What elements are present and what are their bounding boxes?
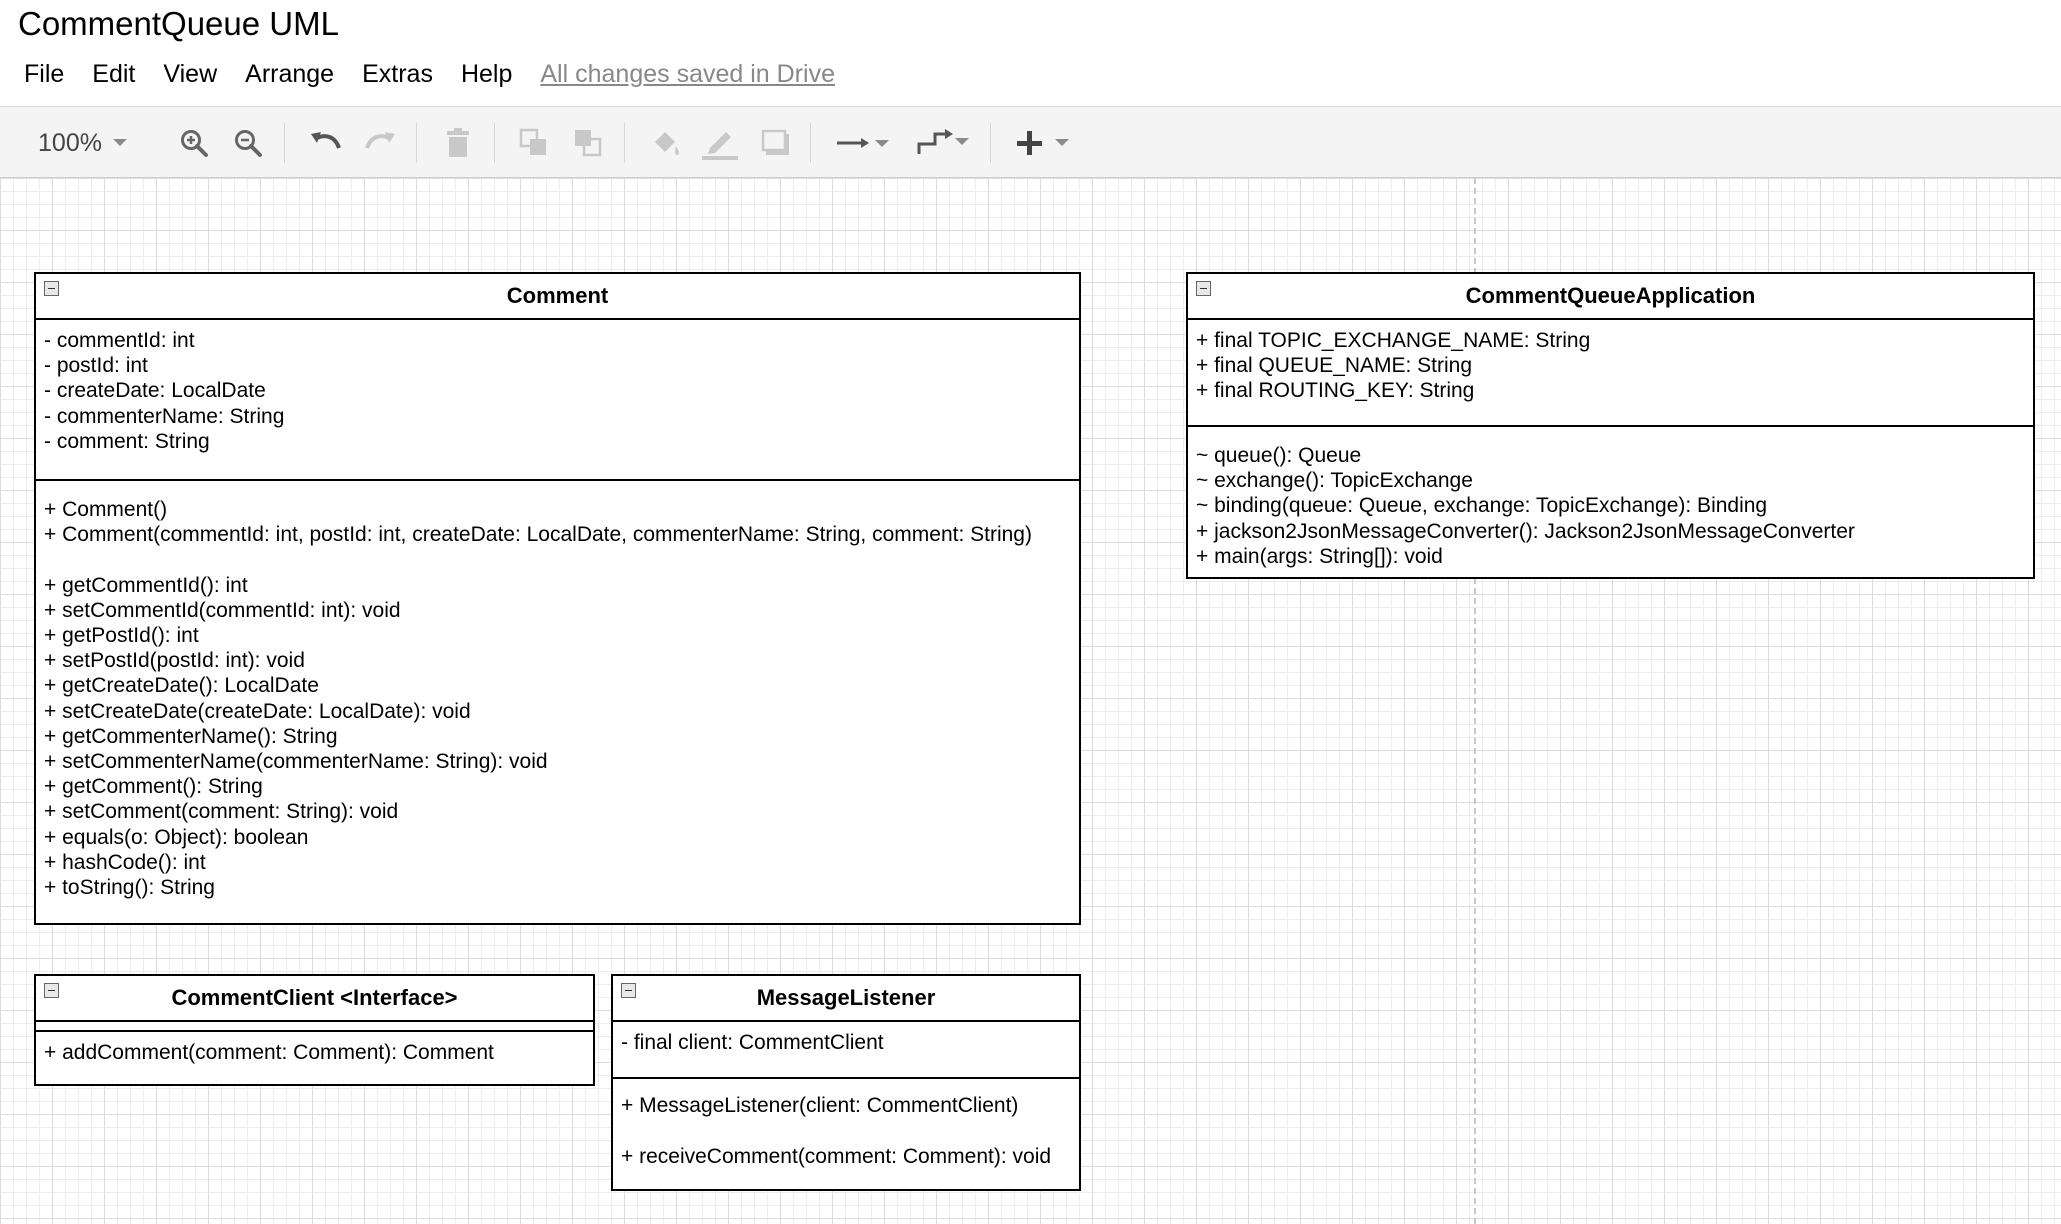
attributes-section: - commentId: int - postId: int - createD…	[36, 320, 1079, 479]
method: + receiveComment(comment: Comment): void	[621, 1145, 1052, 1169]
toolbar-separator	[624, 123, 625, 163]
toolbar-separator	[810, 123, 811, 163]
zoom-in-icon[interactable]	[176, 107, 212, 179]
attributes-section: + final TOPIC_EXCHANGE_NAME: String + fi…	[1188, 320, 2033, 425]
menu-view[interactable]: View	[149, 54, 231, 94]
method: + setPostId(postId: int): void	[44, 649, 305, 673]
attribute: - postId: int	[44, 354, 148, 378]
attribute: + final QUEUE_NAME: String	[1196, 354, 1473, 378]
class-header: CommentClient <Interface>	[36, 976, 593, 1022]
menu-bar: File Edit View Arrange Extras Help All c…	[10, 54, 849, 94]
waypoints-icon[interactable]	[912, 107, 974, 179]
class-name: CommentClient <Interface>	[171, 985, 458, 1011]
insert-icon[interactable]	[1012, 107, 1074, 179]
method: + Comment(commentId: int, postId: int, c…	[44, 523, 1032, 547]
save-status-link[interactable]: All changes saved in Drive	[526, 54, 849, 94]
methods-section: + MessageListener(client: CommentClient)…	[613, 1077, 1079, 1177]
method: + getCommenterName(): String	[44, 724, 338, 748]
method: + equals(o: Object): boolean	[44, 825, 309, 849]
collapse-icon[interactable]	[621, 983, 636, 998]
zoom-level: 100%	[38, 128, 102, 157]
method: + toString(): String	[44, 876, 215, 900]
fill-color-icon[interactable]	[646, 107, 686, 179]
document-title[interactable]: CommentQueue UML	[18, 4, 339, 44]
diagram-canvas[interactable]: Comment - commentId: int - postId: int -…	[0, 178, 2061, 1224]
attributes-section	[36, 1022, 593, 1030]
method: + getComment(): String	[44, 775, 263, 799]
method: + main(args: String[]): void	[1196, 544, 1443, 568]
method: + setCommentId(commentId: int): void	[44, 598, 401, 622]
toolbar-separator	[284, 123, 285, 163]
class-message-listener[interactable]: MessageListener - final client: CommentC…	[611, 974, 1081, 1191]
attribute: - commentId: int	[44, 329, 195, 352]
menu-file[interactable]: File	[10, 54, 78, 94]
menu-help[interactable]: Help	[447, 54, 526, 94]
attribute: + final ROUTING_KEY: String	[1196, 379, 1475, 403]
class-comment[interactable]: Comment - commentId: int - postId: int -…	[34, 272, 1081, 925]
class-header: CommentQueueApplication	[1188, 274, 2033, 320]
class-name: CommentQueueApplication	[1465, 283, 1756, 309]
attribute: - commenterName: String	[44, 404, 285, 428]
method: ~ exchange(): TopicExchange	[1196, 469, 1473, 493]
method: ~ binding(queue: Queue, exchange: TopicE…	[1196, 494, 1768, 518]
class-header: MessageListener	[613, 976, 1079, 1022]
class-comment-queue-application[interactable]: CommentQueueApplication + final TOPIC_EX…	[1186, 272, 2035, 579]
menu-extras[interactable]: Extras	[348, 54, 447, 94]
methods-section: + addComment(comment: Comment): Comment	[36, 1030, 593, 1073]
redo-icon[interactable]	[360, 107, 400, 179]
method: + MessageListener(client: CommentClient)	[621, 1094, 1019, 1117]
menu-edit[interactable]: Edit	[78, 54, 149, 94]
method: + getCommentId(): int	[44, 573, 248, 597]
to-back-icon[interactable]	[568, 107, 608, 179]
method: + addComment(comment: Comment): Comment	[44, 1041, 494, 1064]
connection-icon[interactable]	[832, 107, 894, 179]
method: + Comment()	[44, 498, 168, 521]
class-header: Comment	[36, 274, 1079, 320]
attributes-section: - final client: CommentClient	[613, 1022, 1079, 1077]
class-comment-client[interactable]: CommentClient <Interface> + addComment(c…	[34, 974, 595, 1086]
methods-section: ~ queue(): Queue ~ exchange(): TopicExch…	[1188, 425, 2033, 577]
collapse-icon[interactable]	[1196, 281, 1211, 296]
attribute: - createDate: LocalDate	[44, 379, 266, 403]
shadow-icon[interactable]	[756, 107, 796, 179]
toolbar-separator	[416, 123, 417, 163]
method: + setComment(comment: String): void	[44, 800, 399, 824]
attribute: - final client: CommentClient	[621, 1031, 884, 1054]
method: + hashCode(): int	[44, 850, 206, 874]
method: + getCreateDate(): LocalDate	[44, 674, 319, 698]
collapse-icon[interactable]	[44, 983, 59, 998]
menu-arrange[interactable]: Arrange	[231, 54, 348, 94]
chevron-down-icon	[112, 139, 127, 146]
methods-section: + Comment() + Comment(commentId: int, po…	[36, 479, 1079, 908]
toolbar-separator	[990, 123, 991, 163]
toolbar: 100%	[0, 106, 2061, 178]
method: ~ queue(): Queue	[1196, 444, 1362, 467]
method: + setCreateDate(createDate: LocalDate): …	[44, 699, 471, 723]
method: + jackson2JsonMessageConverter(): Jackso…	[1196, 519, 1855, 543]
method: + getPostId(): int	[44, 624, 199, 647]
attribute: - comment: String	[44, 429, 210, 453]
app-header: CommentQueue UML File Edit View Arrange …	[0, 0, 2061, 106]
undo-icon[interactable]	[306, 107, 346, 179]
collapse-icon[interactable]	[44, 281, 59, 296]
toolbar-separator	[494, 123, 495, 163]
class-name: MessageListener	[756, 985, 936, 1011]
to-front-icon[interactable]	[514, 107, 554, 179]
delete-icon[interactable]	[438, 107, 478, 179]
line-color-icon[interactable]	[700, 107, 740, 179]
zoom-out-icon[interactable]	[230, 107, 266, 179]
attribute: + final TOPIC_EXCHANGE_NAME: String	[1196, 329, 1591, 352]
method: + setCommenterName(commenterName: String…	[44, 750, 548, 774]
class-name: Comment	[506, 283, 609, 309]
zoom-dropdown[interactable]: 100%	[28, 107, 138, 179]
